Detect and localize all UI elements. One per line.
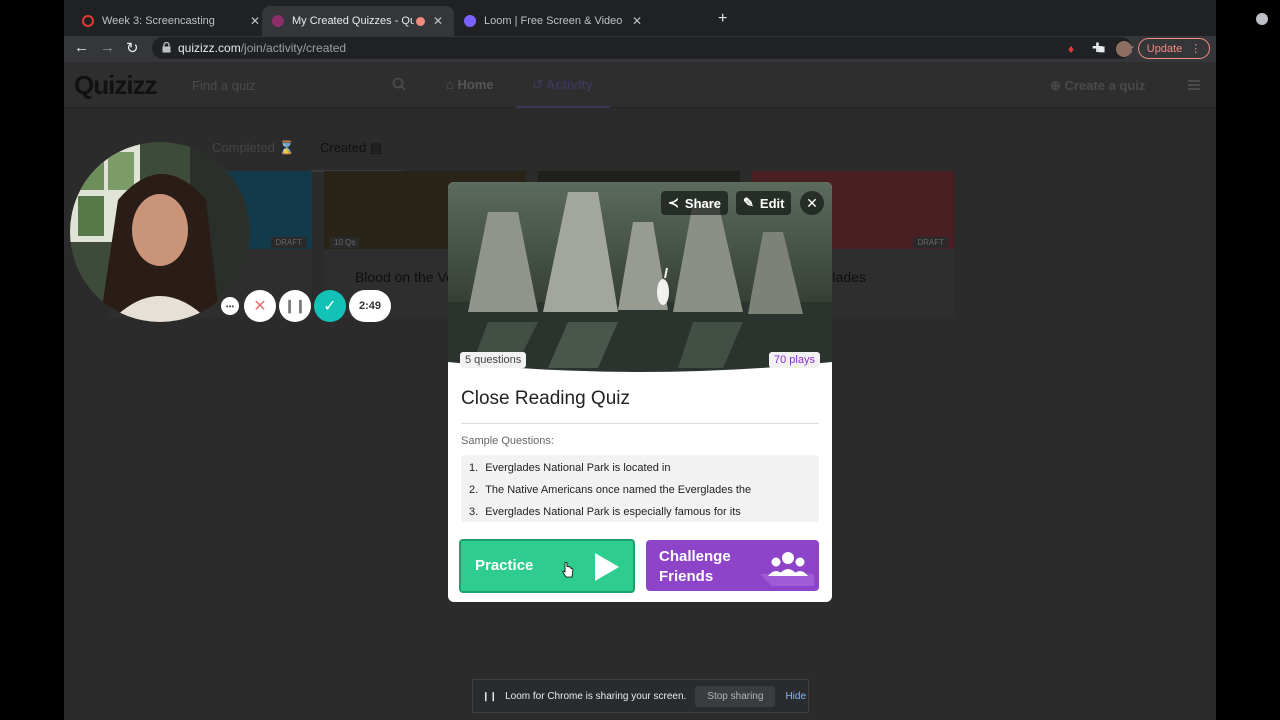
tab-search-icon[interactable] xyxy=(1256,13,1268,25)
tab-week3[interactable]: Week 3: Screencasting ✕ xyxy=(72,6,270,36)
extension-red-icon[interactable]: ♦ xyxy=(1068,42,1074,56)
presenter-video xyxy=(70,142,250,322)
loom-cancel-button[interactable]: ✕ xyxy=(244,290,276,322)
search-icon[interactable] xyxy=(392,77,406,91)
tab-completed[interactable]: Completed ⌛ xyxy=(212,140,295,156)
url-path: /join/activity/created xyxy=(240,41,347,55)
practice-label: Practice xyxy=(475,557,534,574)
share-button[interactable]: ≺ Share xyxy=(661,191,729,215)
share-icon: ≺ xyxy=(668,195,679,210)
tab-created[interactable]: Created ▤ xyxy=(320,140,382,156)
close-icon: ✕ xyxy=(806,194,818,211)
update-button[interactable]: Update ⋮ xyxy=(1138,38,1210,59)
quizizz-logo[interactable]: Quizizz xyxy=(74,70,158,101)
browser-toolbar: ← → ↻ quizizz.com/join/activity/created … xyxy=(64,36,1216,62)
loom-webcam-bubble[interactable] xyxy=(70,142,250,322)
create-quiz-label: Create a quiz xyxy=(1064,78,1146,93)
challenge-friends-button[interactable]: Challenge Friends xyxy=(646,540,819,591)
hide-button[interactable]: Hide xyxy=(785,691,806,702)
practice-button[interactable]: Practice xyxy=(459,539,635,593)
screen-sharing-bar: ❙❙ Loom for Chrome is sharing your scree… xyxy=(472,679,809,713)
quiz-preview-modal: ≺ Share ✎ Edit ✕ 5 questions 70 plays Clos… xyxy=(448,182,832,602)
close-modal-button[interactable]: ✕ xyxy=(800,191,824,215)
stop-sharing-button[interactable]: Stop sharing xyxy=(695,685,776,707)
update-label: Update xyxy=(1146,42,1183,55)
address-bar[interactable]: quizizz.com/join/activity/created ■ ☆ xyxy=(152,37,1135,59)
challenge-label-line2: Friends xyxy=(659,568,714,585)
challenge-label-line1: Challenge xyxy=(659,548,731,565)
question-number: 2. xyxy=(469,484,479,496)
sample-question: 3. Everglades National Park is especially… xyxy=(469,506,741,518)
quiz-title: Close Reading Quiz xyxy=(461,388,630,409)
question-number: 1. xyxy=(469,462,479,474)
question-count-badge: 5 questions xyxy=(460,352,527,368)
edit-label: Edit xyxy=(759,195,785,211)
reload-icon[interactable]: ↻ xyxy=(126,39,139,57)
question-text: The Native Americans once named the Ever… xyxy=(485,484,752,496)
nav-home[interactable]: ⌂ Home xyxy=(446,77,494,92)
tab-title: Week 3: Screencasting xyxy=(102,15,215,27)
close-icon[interactable]: ✕ xyxy=(433,14,443,28)
forward-arrow-icon[interactable]: → xyxy=(100,39,115,56)
new-tab-plus-icon[interactable]: + xyxy=(718,10,727,28)
sample-questions-label: Sample Questions: xyxy=(461,435,554,447)
tab-title: My Created Quizzes - Quiz xyxy=(292,15,414,27)
play-icon xyxy=(595,553,619,581)
quizizz-favicon-icon xyxy=(272,15,284,27)
lock-icon xyxy=(162,42,171,53)
pause-icon: ❙❙ xyxy=(482,690,498,701)
loom-favicon-icon xyxy=(464,15,476,27)
url-host: quizizz.com xyxy=(178,41,241,55)
share-label: Share xyxy=(684,195,722,211)
browser-tab-strip: Week 3: Screencasting ✕ My Created Quizz… xyxy=(64,0,1268,36)
group-friends-icon xyxy=(760,552,814,586)
back-arrow-icon[interactable]: ← xyxy=(74,39,89,56)
sample-questions-list: 1. Everglades National Park is located in… xyxy=(461,455,819,522)
plays-count-badge: 70 plays xyxy=(769,352,820,368)
active-nav-underline xyxy=(516,106,610,108)
puzzle-extensions-icon[interactable]: ✚ xyxy=(1092,40,1103,56)
status-badge: DRAFT xyxy=(913,237,948,248)
record-icon xyxy=(82,15,94,27)
title-divider xyxy=(461,423,819,424)
question-text: Everglades National Park is especially f… xyxy=(485,506,741,518)
loom-finish-button[interactable]: ✓ xyxy=(314,290,346,322)
tab-completed-label: Completed xyxy=(212,140,275,155)
nav-activity[interactable]: ↺ Activity xyxy=(532,77,593,93)
search-input[interactable]: Find a quiz xyxy=(192,78,256,93)
question-number: 3. xyxy=(469,506,479,518)
tab-created-label: Created xyxy=(320,140,367,155)
site-header: Quizizz Find a quiz ⌂ Home ↺ Activity ⊕ … xyxy=(64,62,1216,108)
url-text: quizizz.com/join/activity/created xyxy=(178,41,346,55)
sample-question: 1. Everglades National Park is located in xyxy=(469,462,670,474)
challenge-friends-label: Challenge Friends xyxy=(659,547,731,587)
tab-title: Loom | Free Screen & Video Re xyxy=(484,15,624,27)
profile-avatar[interactable] xyxy=(1116,41,1132,57)
close-icon[interactable]: ✕ xyxy=(632,14,642,28)
loom-more-options-button[interactable]: ••• xyxy=(221,297,239,315)
status-badge: DRAFT xyxy=(271,237,306,248)
menu-icon[interactable] xyxy=(1188,80,1200,90)
tab-loom[interactable]: Loom | Free Screen & Video Re ✕ xyxy=(454,6,652,36)
screen: Week 3: Screencasting ✕ My Created Quizz… xyxy=(0,0,1280,720)
more-vert-icon: ⋮ xyxy=(1190,43,1202,55)
nav-home-label: Home xyxy=(457,77,494,92)
sharing-message: Loom for Chrome is sharing your screen. xyxy=(505,690,687,702)
create-quiz-button[interactable]: ⊕ Create a quiz xyxy=(1050,78,1145,94)
edit-button[interactable]: ✎ Edit xyxy=(736,191,792,215)
close-icon[interactable]: ✕ xyxy=(250,14,260,28)
nav-activity-label: Activity xyxy=(546,77,593,92)
loom-pause-button[interactable]: ❙❙ xyxy=(279,290,311,322)
pencil-icon: ✎ xyxy=(743,195,754,210)
recording-dot-icon xyxy=(416,16,425,26)
loom-recording-timer: 2:49 xyxy=(349,290,391,322)
question-count-badge: 10 Qs xyxy=(330,237,360,248)
question-text: Everglades National Park is located in xyxy=(485,462,671,474)
tab-my-created-quizzes[interactable]: My Created Quizzes - Quiz ✕ xyxy=(262,6,454,36)
mouse-cursor-icon xyxy=(562,562,574,578)
sample-question: 2. The Native Americans once named the Ev… xyxy=(469,484,751,496)
